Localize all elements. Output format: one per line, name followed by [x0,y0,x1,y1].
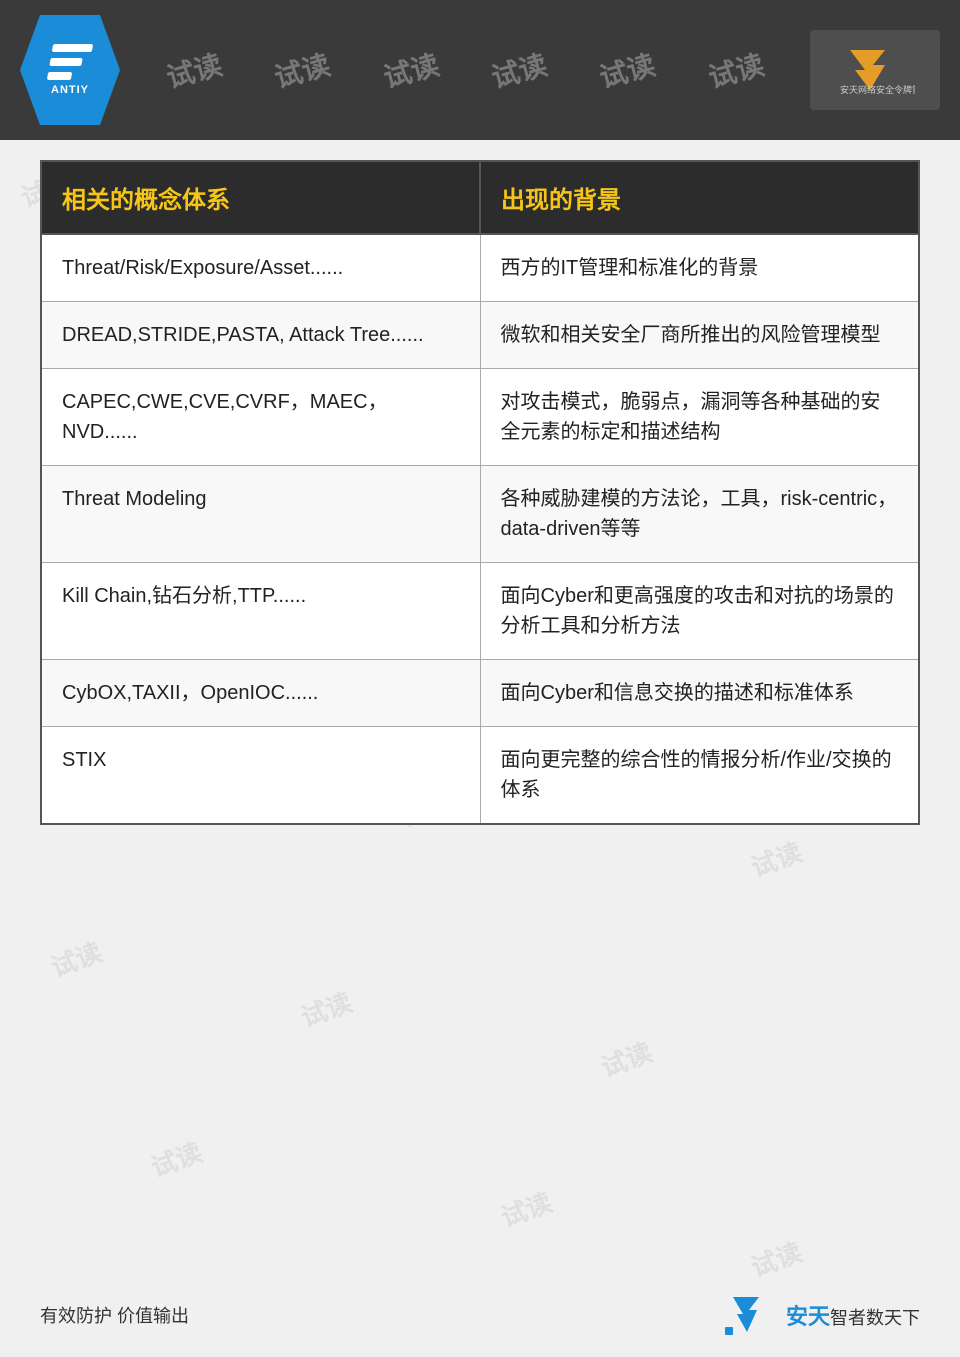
table-cell-left: CAPEC,CWE,CVE,CVRF，MAEC，NVD...... [41,369,480,466]
table-cell-left: Kill Chain,钻石分析,TTP...... [41,563,480,660]
table-row: DREAD,STRIDE,PASTA, Attack Tree......微软和… [41,302,919,369]
table-row: Kill Chain,钻石分析,TTP......面向Cyber和更高强度的攻击… [41,563,919,660]
footer-brand-suffix: 智者数天下 [830,1308,920,1328]
table-row: Threat/Risk/Exposure/Asset......西方的IT管理和… [41,234,919,302]
table-body: Threat/Risk/Exposure/Asset......西方的IT管理和… [41,234,919,824]
table-cell-right: 面向Cyber和更高强度的攻击和对抗的场景的分析工具和分析方法 [480,563,919,660]
data-table: 相关的概念体系 出现的背景 Threat/Risk/Exposure/Asset… [40,160,920,825]
header: ANTIY 试读 试读 试读 试读 试读 试读 安天网络安全令牌第四届 [0,0,960,140]
header-wm-1: 试读 [162,43,226,96]
header-watermarks: 试读 试读 试读 试读 试读 试读 [120,50,810,90]
table-cell-left: Threat/Risk/Exposure/Asset...... [41,234,480,302]
brand-icon: 安天网络安全令牌第四届 [835,45,915,95]
svg-text:安天网络安全令牌第四届: 安天网络安全令牌第四届 [840,84,915,95]
header-wm-3: 试读 [379,43,443,96]
header-logo-right: 安天网络安全令牌第四届 [810,30,940,110]
logo-text: ANTIY [51,84,89,96]
table-header-row: 相关的概念体系 出现的背景 [41,161,919,234]
table-row: Threat Modeling各种威胁建模的方法论，工具，risk-centri… [41,466,919,563]
col1-header: 相关的概念体系 [41,161,480,234]
logo-line-2 [49,58,82,66]
footer-logo: 安天智者数天下 [723,1292,920,1337]
logo-line-3 [47,72,72,80]
footer-brand: 安天 [786,1304,830,1329]
table-cell-right: 面向Cyber和信息交换的描述和标准体系 [480,660,919,727]
col2-header: 出现的背景 [480,161,919,234]
header-wm-4: 试读 [487,43,551,96]
table-cell-left: Threat Modeling [41,466,480,563]
table-cell-right: 各种威胁建模的方法论，工具，risk-centric，data-driven等等 [480,466,919,563]
table-cell-left: DREAD,STRIDE,PASTA, Attack Tree...... [41,302,480,369]
header-wm-2: 试读 [270,43,334,96]
table-cell-left: CybOX,TAXII，OpenIOC...... [41,660,480,727]
header-wm-6: 试读 [704,43,768,96]
table-row: CybOX,TAXII，OpenIOC......面向Cyber和信息交换的描述… [41,660,919,727]
logo-lines [47,44,93,80]
main-content: 相关的概念体系 出现的背景 Threat/Risk/Exposure/Asset… [40,160,920,1277]
header-wm-5: 试读 [595,43,659,96]
table-cell-right: 西方的IT管理和标准化的背景 [480,234,919,302]
table-cell-right: 面向更完整的综合性的情报分析/作业/交换的体系 [480,727,919,825]
logo-line-1 [52,44,93,52]
table-row: STIX面向更完整的综合性的情报分析/作业/交换的体系 [41,727,919,825]
footer-slogan: 有效防护 价值输出 [40,1302,189,1328]
table-cell-right: 对攻击模式，脆弱点，漏洞等各种基础的安全元素的标定和描述结构 [480,369,919,466]
table-cell-left: STIX [41,727,480,825]
footer: 有效防护 价值输出 安天智者数天下 [40,1292,920,1337]
table-cell-right: 微软和相关安全厂商所推出的风险管理模型 [480,302,919,369]
table-row: CAPEC,CWE,CVE,CVRF，MAEC，NVD......对攻击模式，脆… [41,369,919,466]
footer-logo-icon [723,1292,778,1337]
logo: ANTIY [20,15,120,125]
footer-brand-text: 安天智者数天下 [786,1299,920,1331]
